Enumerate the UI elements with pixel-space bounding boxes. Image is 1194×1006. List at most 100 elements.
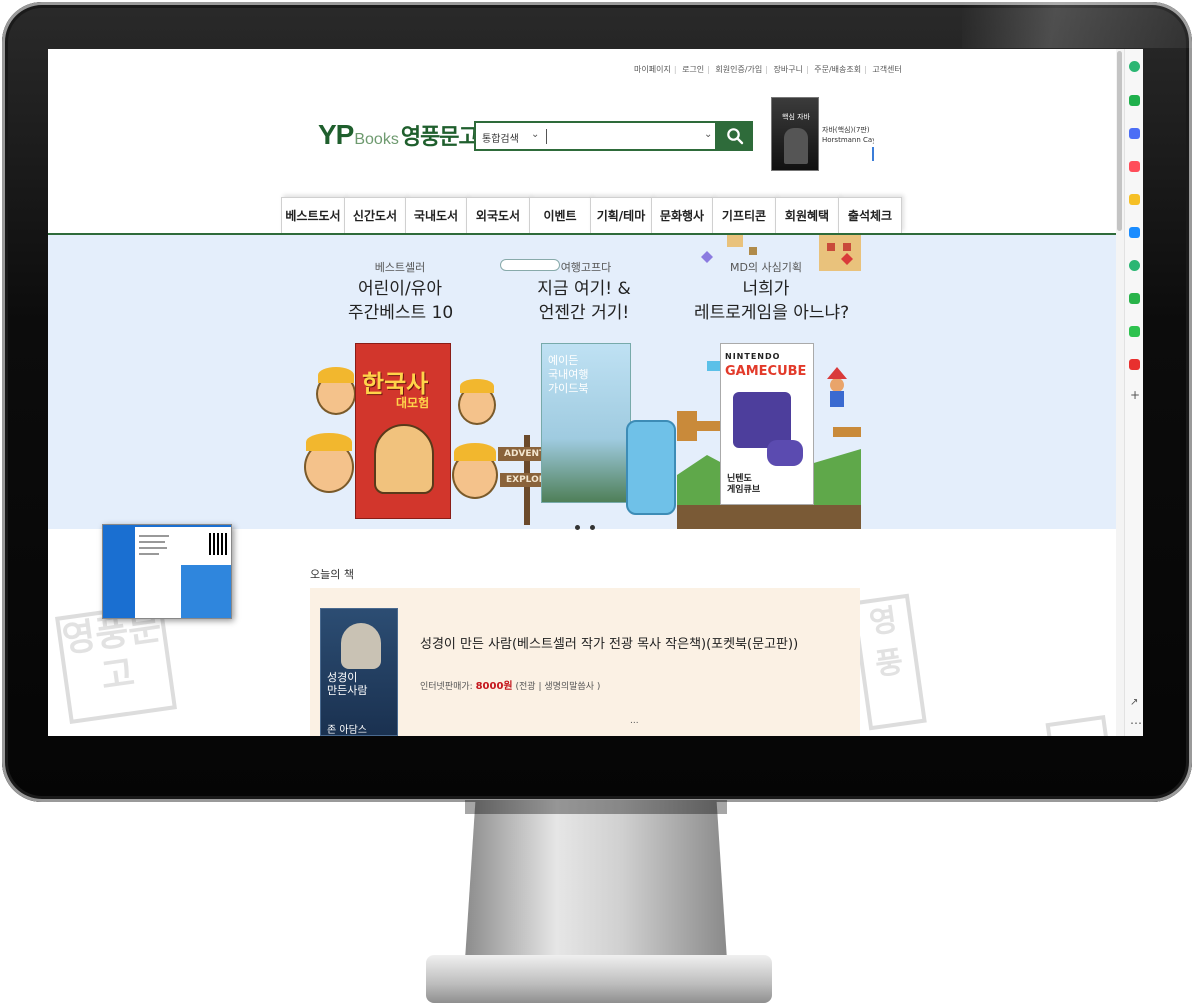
travel-book-title: 예이든 국내여행 가이드북 xyxy=(548,354,588,396)
nav-item-attendance[interactable]: 출석체크 xyxy=(838,197,902,233)
watermark-stamp xyxy=(1045,715,1111,736)
util-link-mypage[interactable]: 마이페이지 xyxy=(634,65,671,74)
today-book-cover-title: 성경이 만든사람 xyxy=(327,671,367,697)
today-book-panel: 성경이 만든사람 존 아담스 성경이 만든 사람(베스트셀러 작가 전광 목사 … xyxy=(310,588,860,736)
nav-item-bestseller[interactable]: 베스트도서 xyxy=(281,197,345,233)
scrollbar-thumb[interactable] xyxy=(1117,51,1122,231)
rail-external-link-icon[interactable]: ↗ xyxy=(1130,697,1138,709)
kid-hat xyxy=(460,379,494,393)
rail-news-icon[interactable] xyxy=(1129,359,1140,370)
rail-bag-icon[interactable] xyxy=(1129,128,1140,139)
rail-chat-icon[interactable] xyxy=(1129,293,1140,304)
travel-book-title-line1: 예이든 xyxy=(548,354,579,367)
gamecube-book-subtitle: 닌텐도 게임큐브 xyxy=(727,474,760,496)
gamecube-sub-line1: 닌텐도 xyxy=(727,474,752,484)
watermark-stamp: 영풍 xyxy=(851,593,927,731)
today-book-title-link[interactable]: 성경이 만든 사람(베스트셀러 작가 전광 목사 작은책)(포켓북(문고판)) xyxy=(420,633,798,652)
banner-col1-title1: 어린이/유아 xyxy=(358,279,442,299)
util-link-support[interactable]: 고객센터 xyxy=(872,65,901,74)
book-cover-travel[interactable]: 예이든 국내여행 가이드북 xyxy=(541,343,631,503)
description-ellipsis: ... xyxy=(630,716,639,726)
nav-item-theme[interactable]: 기획/테마 xyxy=(590,197,652,233)
nav-item-benefits[interactable]: 회원혜택 xyxy=(775,197,839,233)
price-value: 8000원 xyxy=(475,681,513,692)
util-link-orders[interactable]: 주문/배송조회 xyxy=(814,65,861,74)
suitcase-illustration xyxy=(626,420,676,515)
thumbnail-text-line xyxy=(139,547,167,549)
banner-col2-title1: 지금 여기! & xyxy=(537,279,631,299)
rail-more-icon[interactable]: ⋯ xyxy=(1130,717,1142,729)
kid-hat xyxy=(454,443,496,461)
banner-pagination xyxy=(575,515,605,534)
price-label: 인터넷판매가: xyxy=(420,682,473,692)
nav-item-event[interactable]: 이벤트 xyxy=(529,197,591,233)
floating-window-thumbnail[interactable] xyxy=(102,524,232,619)
search-icon xyxy=(727,128,744,145)
banner-col2-label: 여행고프다 xyxy=(560,261,612,274)
today-book-cover[interactable]: 성경이 만든사람 존 아담스 xyxy=(320,608,398,736)
banner-col3-label: MD의 사심기획 xyxy=(729,261,803,274)
rail-square-icon[interactable] xyxy=(1129,326,1140,337)
ad-book-text[interactable]: 자바(핵심)(7판) Horstmann Cay S xyxy=(822,125,874,145)
gamecube-controller xyxy=(767,440,803,466)
nav-item-foreign[interactable]: 외국도서 xyxy=(466,197,530,233)
ad-text-line1: 자바(핵심)(7판) xyxy=(822,126,870,134)
search-button[interactable] xyxy=(717,121,753,151)
search-box: 통합검색 ⌄ ⌄ xyxy=(474,121,717,151)
nav-item-domestic[interactable]: 국내도서 xyxy=(405,197,467,233)
author-publisher: (전광 | 생명의말씀사 ) xyxy=(515,682,601,692)
ad-text-line2: Horstmann Cay S xyxy=(822,136,874,144)
nav-item-new[interactable]: 신간도서 xyxy=(344,197,406,233)
rail-circle-icon[interactable] xyxy=(1129,260,1140,271)
monitor-stand-base xyxy=(426,955,772,1003)
util-link-login[interactable]: 로그인 xyxy=(682,65,704,74)
search-input[interactable] xyxy=(546,129,547,144)
kid-hat xyxy=(306,433,352,451)
utility-links: 마이페이지 | 로그인 | 회원인증/가입 | 장바구니 | 주문/배송조회 | 고객센터 xyxy=(634,65,902,74)
site-logo[interactable]: YPBooks영풍문고 xyxy=(318,119,479,151)
today-book-author-cover: 존 아담스 xyxy=(327,725,367,736)
rail-star-icon[interactable] xyxy=(1129,194,1140,205)
ad-book-figure xyxy=(784,128,808,164)
rail-add-icon[interactable]: + xyxy=(1130,389,1140,401)
chevron-down-icon[interactable]: ⌄ xyxy=(531,129,539,140)
banner-dot-1[interactable] xyxy=(575,525,580,530)
util-link-signup[interactable]: 회원인증/가입 xyxy=(715,65,762,74)
promo-banner[interactable]: 베스트셀러 어린이/유아 주간베스트 10 한국사 대모험 여행고프다 지금 여… xyxy=(48,235,1116,530)
page-scrollbar[interactable] xyxy=(1116,49,1124,736)
gamecube-book-head: NINTENDO xyxy=(725,352,781,361)
travel-book-title-line2: 국내여행 xyxy=(548,368,589,381)
qr-code-icon xyxy=(209,533,229,555)
search-category-select[interactable]: 통합검색 xyxy=(482,130,519,145)
logo-yp: YP xyxy=(318,119,354,150)
book-cover-hanguksa[interactable]: 한국사 대모험 xyxy=(355,343,451,519)
thumbnail-text-line xyxy=(139,541,165,543)
hanguksa-subtitle: 대모험 xyxy=(396,396,430,410)
search-history-chevron-icon[interactable]: ⌄ xyxy=(704,129,712,140)
book-cover-gamecube[interactable]: NINTENDO GAMECUBE 닌텐도 게임큐브 xyxy=(720,343,814,505)
screen: 마이페이지 | 로그인 | 회원인증/가입 | 장바구니 | 주문/배송조회 | 고객센터… xyxy=(48,49,1143,736)
today-book-heading: 오늘의 책 xyxy=(310,568,354,581)
banner-col2-title2: 언젠간 거기! xyxy=(538,303,630,323)
rail-app-icon[interactable] xyxy=(1129,61,1140,72)
rail-edge-icon[interactable] xyxy=(1129,227,1140,238)
thumbnail-text-line xyxy=(139,535,169,537)
util-link-cart[interactable]: 장바구니 xyxy=(774,65,803,74)
logo-korean: 영풍문고 xyxy=(400,125,479,150)
ad-indicator xyxy=(872,147,874,161)
today-cover-line1: 성경이 xyxy=(327,671,358,684)
ad-book-cover[interactable]: 핵심 자바 xyxy=(771,97,819,171)
nav-item-culture[interactable]: 문화행사 xyxy=(651,197,713,233)
browser-side-rail: + ↗ ⋯ xyxy=(1124,49,1143,736)
hanguksa-character xyxy=(374,424,434,494)
nav-item-gifticon[interactable]: 기프티콘 xyxy=(712,197,776,233)
gamecube-sub-line2: 게임큐브 xyxy=(727,485,761,495)
banner-dot-2[interactable] xyxy=(590,525,595,530)
airplane-icon xyxy=(500,259,560,271)
kid-hat xyxy=(318,367,354,383)
gamecube-book-title: GAMECUBE xyxy=(725,364,807,379)
rail-bell-icon[interactable] xyxy=(1129,95,1140,106)
banner-col3-title1: 너희가 xyxy=(742,279,790,299)
today-book-portrait xyxy=(341,623,381,669)
rail-heart-icon[interactable] xyxy=(1129,161,1140,172)
